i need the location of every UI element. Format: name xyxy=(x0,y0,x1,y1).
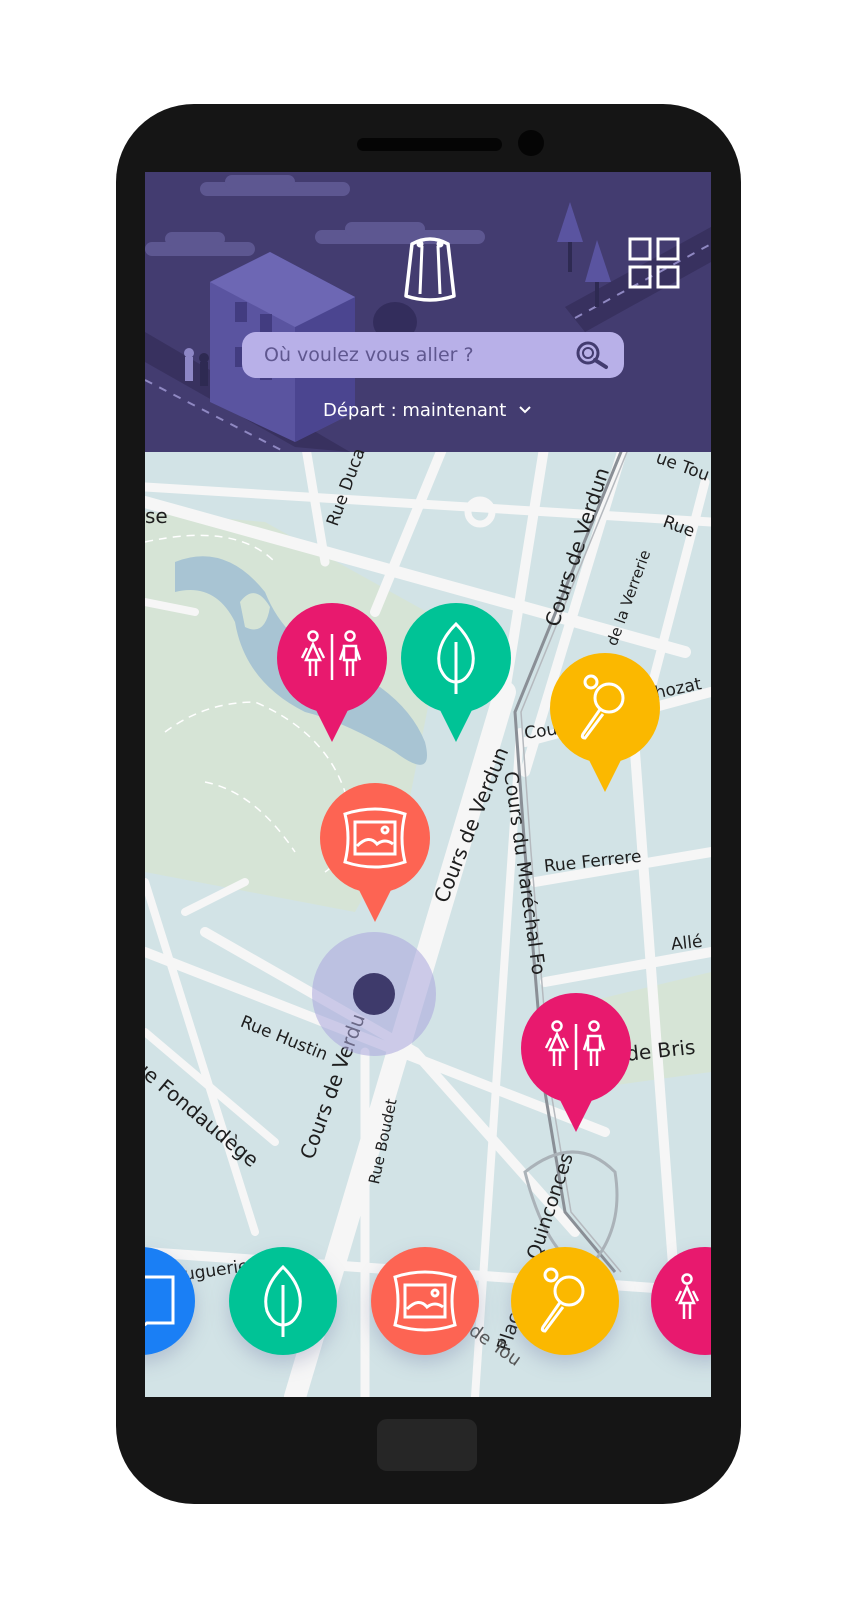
tree-icon xyxy=(264,1264,302,1337)
painting-icon xyxy=(393,1270,457,1332)
app-screen: Où voulez vous aller ? Départ : maintena… xyxy=(145,172,711,1397)
chevron-down-icon xyxy=(519,406,532,414)
grid-menu-icon[interactable] xyxy=(627,236,681,290)
phone-camera xyxy=(518,130,544,156)
museum-pin[interactable] xyxy=(319,782,431,924)
category-sports-button[interactable] xyxy=(511,1247,619,1355)
book-icon xyxy=(145,1275,175,1327)
user-location-marker xyxy=(312,932,436,1056)
phone-speaker xyxy=(357,138,502,151)
search-bar[interactable]: Où voulez vous aller ? xyxy=(242,332,624,378)
app-logo-icon xyxy=(404,237,456,302)
user-location-dot xyxy=(353,973,395,1015)
category-library-button[interactable] xyxy=(145,1247,195,1355)
tree-pin[interactable] xyxy=(400,602,512,744)
category-museums-button[interactable] xyxy=(371,1247,479,1355)
street-label: Allé xyxy=(670,931,704,955)
departure-label: Départ : maintenant xyxy=(323,399,507,421)
toilets-pin[interactable] xyxy=(520,992,632,1134)
category-parks-button[interactable] xyxy=(229,1247,337,1355)
street-label: se xyxy=(145,504,168,528)
toilets-icon xyxy=(674,1273,700,1319)
category-bar xyxy=(145,1227,711,1397)
app-header: Où voulez vous aller ? Départ : maintena… xyxy=(145,172,711,452)
departure-selector[interactable]: Départ : maintenant xyxy=(323,398,532,422)
category-toilets-button[interactable] xyxy=(651,1247,711,1355)
search-input[interactable]: Où voulez vous aller ? xyxy=(264,344,474,366)
ping-pong-icon xyxy=(540,1267,585,1333)
search-icon[interactable] xyxy=(574,340,610,370)
ping-pong-pin[interactable] xyxy=(549,652,661,794)
phone-home-button[interactable] xyxy=(377,1419,477,1471)
toilets-pin[interactable] xyxy=(276,602,388,744)
